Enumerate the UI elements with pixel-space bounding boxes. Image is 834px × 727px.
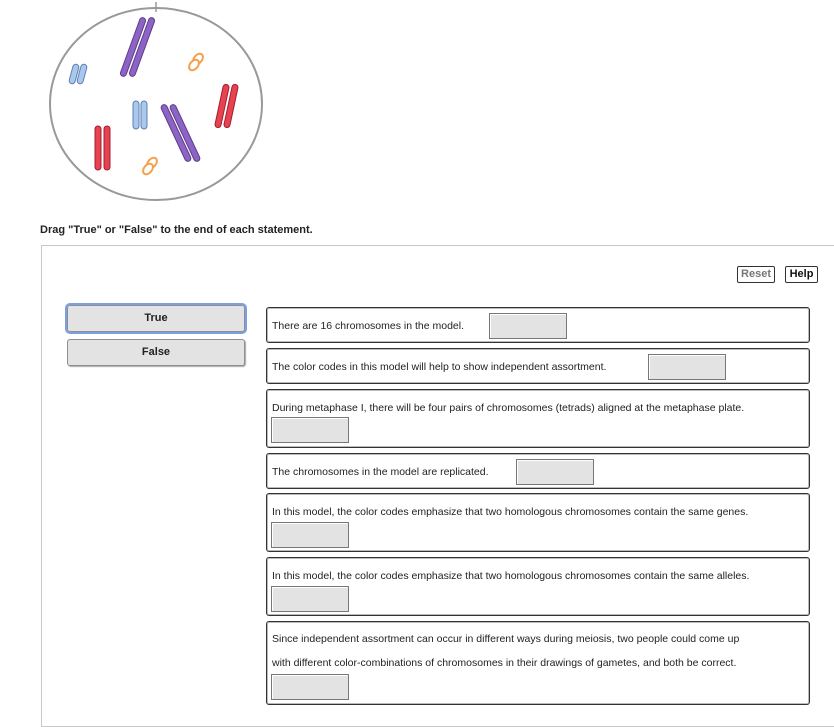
statement-text: In this model, the color codes emphasize…: [272, 570, 750, 582]
statement-text: There are 16 chromosomes in the model.: [272, 320, 465, 332]
reset-button[interactable]: Reset: [737, 266, 775, 283]
answer-drop-target[interactable]: [271, 586, 349, 612]
statement-text: During metaphase I, there will be four p…: [272, 402, 745, 414]
answer-drop-target[interactable]: [516, 459, 594, 485]
statement-text-line-2: with different color-combinations of chr…: [272, 657, 737, 669]
statement-row: Since independent assortment can occur i…: [266, 621, 810, 705]
instructions-text: Drag "True" or "False" to the end of eac…: [40, 224, 313, 236]
statement-row: The chromosomes in the model are replica…: [266, 453, 810, 489]
statement-text-line-1: Since independent assortment can occur i…: [272, 633, 740, 645]
statement-text: In this model, the color codes emphasize…: [272, 506, 749, 518]
statement-row: During metaphase I, there will be four p…: [266, 389, 810, 448]
drag-tile-false[interactable]: False: [67, 339, 245, 366]
answer-drop-target[interactable]: [271, 674, 349, 700]
statement-text: The chromosomes in the model are replica…: [272, 466, 489, 478]
drag-tile-true[interactable]: True: [65, 303, 247, 334]
statement-row: The color codes in this model will help …: [266, 348, 810, 384]
help-button[interactable]: Help: [785, 266, 818, 283]
statement-text: The color codes in this model will help …: [272, 361, 607, 373]
cell-chromosome-model: [49, 2, 263, 201]
statement-row: In this model, the color codes emphasize…: [266, 493, 810, 552]
answer-drop-target[interactable]: [271, 522, 349, 548]
answer-drop-target[interactable]: [271, 417, 349, 443]
statement-row: In this model, the color codes emphasize…: [266, 557, 810, 616]
answer-drop-target[interactable]: [648, 354, 726, 380]
answer-drop-target[interactable]: [489, 313, 567, 339]
statement-row: There are 16 chromosomes in the model.: [266, 307, 810, 343]
